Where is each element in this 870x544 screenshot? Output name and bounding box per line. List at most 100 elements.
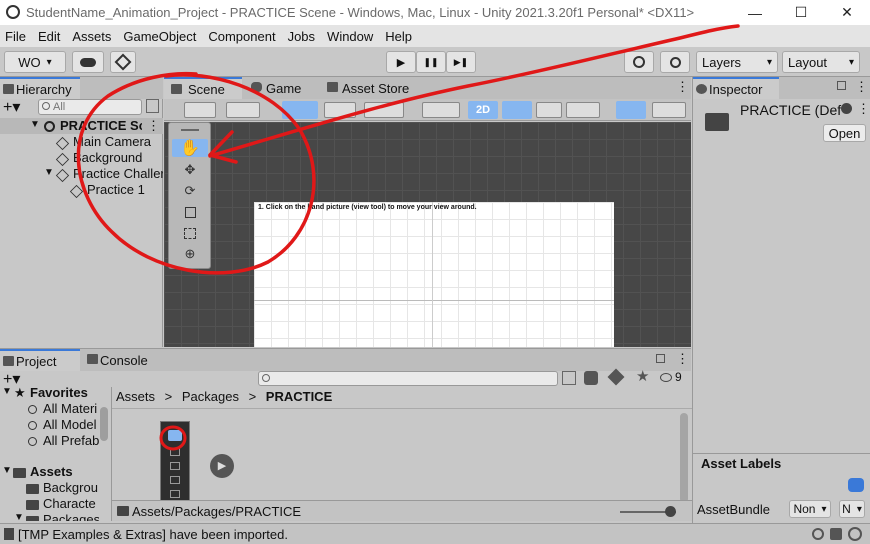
breadcrumb-practice[interactable]: PRACTICE [266,389,332,404]
create-asset-button[interactable]: +▾ [3,369,20,389]
2d-toggle-button[interactable]: 2D [468,101,498,119]
collab-button[interactable] [110,51,136,73]
favorite-all-models[interactable]: All Model [43,417,99,433]
panel-menu-icon[interactable]: ⋮ [676,79,689,95]
scene-menu-icon[interactable]: ⋮ [147,118,160,134]
maximize-button[interactable]: ☐ [778,0,824,25]
layers-dropdown[interactable]: Layers [696,51,778,73]
step-button[interactable]: ▶❚ [446,51,476,73]
menu-jobs[interactable]: Jobs [283,29,322,44]
menu-file[interactable]: File [0,29,33,44]
favorite-all-materials[interactable]: All Materi [43,401,99,417]
menu-component[interactable]: Component [203,29,282,44]
asset-bundle-variant-dropdown[interactable]: N [839,500,865,518]
search-options-icon[interactable] [146,99,159,113]
asset-folder-backgrounds[interactable]: Backgrou [43,480,99,496]
search-button[interactable] [660,51,690,73]
tab-asset-store[interactable]: Asset Store [324,77,424,99]
increment-snap-dropdown[interactable] [364,102,404,118]
hierarchy-item-practice-1[interactable]: Practice 1 [87,182,163,198]
panel-menu-icon[interactable]: ⋮ [855,79,868,95]
effects-dropdown[interactable] [566,102,600,118]
play-preview-icon[interactable]: ▶ [210,454,234,478]
transform-tool-button[interactable]: ⊕ [172,245,208,263]
camera-dropdown[interactable] [652,102,686,118]
lock-icon[interactable] [656,354,665,363]
render-mode-dropdown[interactable] [422,102,460,118]
visibility-toggle-button[interactable] [616,101,646,119]
audio-toggle-button[interactable] [536,102,562,118]
rotate-tool-button[interactable]: ⟳ [172,182,208,200]
favorite-all-prefabs[interactable]: All Prefab [43,433,99,449]
asset-thumbnail-palette[interactable] [160,421,190,501]
favorite-star-icon[interactable]: ★ [636,367,649,385]
breadcrumb-packages[interactable]: Packages [182,389,239,404]
menu-help[interactable]: Help [380,29,419,44]
draw-mode-dropdown[interactable] [184,102,216,118]
menu-assets[interactable]: Assets [67,29,118,44]
tag-icon[interactable] [848,478,864,492]
play-button[interactable]: ▶ [386,51,416,73]
tab-project[interactable]: Project [0,349,80,371]
cloud-button[interactable] [72,51,104,73]
layout-dropdown[interactable]: Layout [782,51,860,73]
palette-drag-handle[interactable] [181,129,199,131]
status-debug-icon[interactable] [830,528,842,540]
pause-button[interactable]: ❚❚ [416,51,446,73]
assets-heading[interactable]: Assets [30,464,73,480]
hierarchy-expand-icon[interactable]: ▼ [44,167,54,183]
account-dropdown[interactable]: WO [4,51,66,73]
search-options-icon[interactable] [562,371,576,385]
close-button[interactable]: ✕ [824,0,870,25]
zoom-slider-handle[interactable] [665,506,676,517]
move-tool-button[interactable]: ✥ [172,161,208,179]
asset-folder-packages[interactable]: Packages [43,512,99,521]
filter-by-label-icon[interactable] [607,368,625,386]
help-icon[interactable] [841,103,852,114]
hierarchy-item-background[interactable]: Background [73,150,163,166]
expand-icon[interactable]: ▼ [14,512,24,521]
hierarchy-search[interactable] [38,99,142,115]
expand-icon[interactable]: ▼ [2,465,12,481]
lock-icon[interactable] [837,81,846,90]
filter-by-type-icon[interactable] [584,371,598,385]
history-button[interactable] [624,51,654,73]
hierarchy-item-main-camera[interactable]: Main Camera [73,134,163,150]
hidden-packages-icon[interactable] [660,373,672,382]
scene-view[interactable]: 1. Click on the hand picture (view tool)… [164,122,691,347]
tab-game[interactable]: Game [248,77,318,99]
panel-menu-icon[interactable]: ⋮ [676,351,689,367]
tree-scrollbar[interactable] [100,407,108,441]
menu-window[interactable]: Window [322,29,380,44]
asset-folder-characters[interactable]: Characte [43,496,99,512]
tab-inspector[interactable]: Inspector [693,77,779,99]
status-message[interactable]: [TMP Examples & Extras] have been import… [18,527,288,542]
menu-gameobject[interactable]: GameObject [118,29,203,44]
expand-icon[interactable]: ▼ [2,387,12,402]
project-search[interactable] [258,371,558,386]
hierarchy-item-practice-challenge[interactable]: Practice Challer [73,166,163,182]
hierarchy-item-scene[interactable]: PRACTICE Sce [60,118,142,134]
status-check-icon[interactable] [848,527,862,541]
minimize-button[interactable]: — [732,0,778,25]
add-object-button[interactable]: +▾ [3,97,20,117]
tab-hierarchy[interactable]: Hierarchy [0,77,80,99]
breadcrumb-assets[interactable]: Assets [116,389,155,404]
tab-console[interactable]: Console [84,349,164,371]
scale-tool-button[interactable] [172,203,208,221]
shading-dropdown[interactable] [226,102,260,118]
status-progress-icon[interactable] [812,528,824,540]
hierarchy-search-input[interactable] [53,100,139,114]
inspector-menu-icon[interactable]: ⋮ [857,101,870,117]
rect-tool-button[interactable] [172,224,208,242]
lighting-toggle-button[interactable] [502,101,532,119]
tab-scene[interactable]: Scene [164,77,242,99]
snap-dropdown[interactable] [324,102,356,118]
open-button[interactable]: Open [823,124,866,142]
browser-scrollbar[interactable] [680,413,688,503]
hierarchy-expand-icon[interactable]: ▼ [30,119,40,135]
favorites-heading[interactable]: Favorites [30,387,88,401]
menu-edit[interactable]: Edit [33,29,67,44]
hand-tool-button[interactable]: ✋ [172,139,208,157]
asset-bundle-dropdown[interactable]: Non [789,500,831,518]
